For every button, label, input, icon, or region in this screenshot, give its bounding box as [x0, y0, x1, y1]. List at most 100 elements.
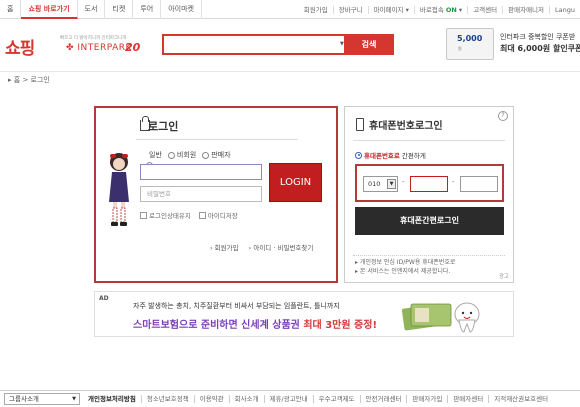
top-navigation-bar: 홈 쇼핑 바로가기 도서 티켓 투어 아이마켓 회원가입 장바구니 마이페이지 …: [0, 0, 580, 19]
area-code-select[interactable]: 010 ▼: [363, 176, 398, 192]
breadcrumb: ▸ 홈 > 로그인: [8, 75, 50, 85]
tab-tour[interactable]: 투어: [133, 0, 162, 19]
quick-access-link[interactable]: 바로접속 ON ▾: [413, 5, 467, 14]
phone-last-input[interactable]: [460, 176, 498, 192]
login-button[interactable]: LOGIN: [269, 163, 322, 202]
search-input[interactable]: [164, 36, 344, 53]
footer-link-safe-trade[interactable]: 안전거래센터: [359, 395, 407, 403]
phone-login-radio-dot: [355, 151, 362, 159]
dash-separator: -: [452, 178, 455, 186]
phone-number-fields: 010 ▼ - -: [355, 164, 504, 202]
service-tabs: 홈 쇼핑 바로가기 도서 티켓 투어 아이마켓: [0, 0, 202, 19]
keep-login-checkbox[interactable]: 로그인상태유지: [140, 210, 191, 220]
phone-login-radio-highlight: 휴대폰번호로: [364, 152, 400, 160]
site-footer: 그룹사소개 ▼ 개인정보처리방침 청소년보호정책 이용약관 회사소개 제휴/광고…: [0, 390, 580, 407]
breadcrumb-arrow-icon: ▸: [8, 76, 12, 84]
tab-books[interactable]: 도서: [78, 0, 106, 19]
footer-link-terms[interactable]: 이용약관: [193, 395, 229, 403]
quick-access-label: 바로접속: [419, 5, 444, 14]
find-account-link[interactable]: › 아이디 · 비밀번호찾기: [249, 244, 318, 252]
phone-login-radio[interactable]: 휴대폰번호로 간편하게: [355, 150, 426, 160]
group-companies-label: 그룹사소개: [9, 395, 39, 403]
phone-middle-input[interactable]: [410, 176, 448, 192]
anniversary-logo: 20: [125, 41, 141, 54]
shopping-logo[interactable]: 쇼핑: [5, 34, 35, 59]
radio-seller-label: 판매자: [211, 151, 231, 159]
footer-link-partnership[interactable]: 제휴/광고안내: [263, 395, 313, 403]
footer-link-youth-policy[interactable]: 청소년보호정책: [140, 395, 194, 403]
save-id-checkbox[interactable]: 아이디저장: [198, 210, 238, 220]
seller-manager-link[interactable]: 판매자매니저: [502, 5, 549, 14]
footer-links: 개인정보처리방침 청소년보호정책 이용약관 회사소개 제휴/광고안내 우수고객제…: [86, 395, 553, 403]
footer-link-privacy[interactable]: 개인정보처리방침: [86, 395, 141, 403]
footer-link-vip[interactable]: 우수고객제도: [312, 395, 360, 403]
coupon-unit: 원: [458, 46, 462, 51]
divider: [136, 139, 298, 140]
coupon-ad-headline[interactable]: 최대 6,000원 할인쿠폰: [500, 43, 580, 54]
help-icon[interactable]: ?: [498, 111, 508, 121]
radio-seller[interactable]: 판매자: [202, 150, 231, 160]
chevron-down-icon: ▼: [72, 396, 76, 402]
character-illustration: [109, 153, 129, 226]
gift-voucher-tooth-image: [401, 302, 480, 333]
member-type-radios: 일반 비회원 판매자: [140, 150, 231, 169]
tab-imarket[interactable]: 아이마켓: [161, 0, 202, 19]
breadcrumb-current: 로그인: [30, 76, 50, 84]
footer-link-seller-signup[interactable]: 판매자가입: [406, 395, 447, 403]
search-button[interactable]: 검색: [344, 34, 394, 55]
footer-link-seller-center[interactable]: 판매자센터: [447, 395, 488, 403]
footer-link-ip-protection[interactable]: 지적재산권보호센터: [488, 395, 553, 403]
mypage-link[interactable]: 마이페이지 ▾: [367, 5, 414, 14]
coupon-ad-image[interactable]: 5,000 원: [446, 28, 494, 60]
cart-link[interactable]: 장바구니: [332, 5, 368, 14]
phone-login-title: 휴대폰번호로그인: [369, 121, 443, 132]
signup-link-bottom[interactable]: › 회원가입: [210, 244, 243, 252]
id-input[interactable]: [140, 164, 262, 180]
keep-login-label: 로그인상태유지: [149, 212, 191, 220]
phone-login-button[interactable]: 휴대폰간편로그인: [355, 207, 504, 235]
divider: [353, 255, 505, 256]
coupon-ad-text[interactable]: 인터파크 중복할인 쿠폰받: [500, 32, 575, 42]
breadcrumb-separator: >: [22, 76, 29, 84]
language-link[interactable]: Langu: [549, 5, 580, 14]
phone-login-panel: 휴대폰번호로그인 ? 휴대폰번호로 간편하게 010 ▼ - - 휴대폰간편로그…: [344, 106, 514, 283]
ad-label: AD: [99, 295, 109, 302]
breadcrumb-home[interactable]: 홈: [14, 76, 20, 84]
account-links: › 회원가입 › 아이디 · 비밀번호찾기: [210, 242, 321, 252]
divider: [353, 140, 505, 141]
logo-tagline: 빠르고 더 밝아지니까 인터파크니까: [60, 36, 127, 41]
phone-login-notes: ▸ 개인정보 안심 ID/PW용 휴대폰번호로 ▸ 본 서비스는 인앤지에서 제…: [355, 258, 455, 276]
coupon-amount: 5,000: [457, 34, 483, 43]
radio-nonmember[interactable]: 비회원: [167, 150, 196, 160]
tab-home[interactable]: 홈: [0, 0, 22, 19]
radio-general[interactable]: 일반: [140, 150, 162, 169]
phone-login-radio-text: 간편하게: [401, 152, 426, 160]
ad-headline-main: 스마트보험으로 준비하면 신세계 상품권: [133, 320, 304, 331]
note-line: ▸ 개인정보 안심 ID/PW용 휴대폰번호로: [355, 259, 456, 266]
login-panel: 로그인 일반 비회원 판매자 비밀번호 LOGIN 로그인상태유지 아이디저장 …: [94, 106, 338, 283]
note-line: ▸ 본 서비스는 인앤지에서 제공합니다.: [355, 268, 451, 275]
tab-ticket[interactable]: 티켓: [105, 0, 134, 19]
insurance-ad-banner[interactable]: AD 자주 발생하는 충치, 치주질환부터 비싸서 부담되는 임플란트, 틀니까…: [94, 291, 514, 337]
customer-center-link[interactable]: 고객센터: [467, 5, 502, 14]
password-input[interactable]: 비밀번호: [140, 186, 262, 202]
search-box: ▼ 검색: [162, 34, 394, 55]
save-id-box: [198, 211, 206, 219]
radio-seller-dot: [202, 151, 210, 159]
interpark-logo[interactable]: ✤ INTERPARK: [66, 43, 132, 53]
save-id-label: 아이디저장: [207, 212, 238, 220]
ad-headline: 스마트보험으로 준비하면 신세계 상품권 최대 3만원 증정!: [133, 316, 377, 331]
chevron-down-icon: ▼: [387, 179, 396, 189]
interpark-logo-text: INTERPARK: [77, 43, 132, 53]
footer-link-about[interactable]: 회사소개: [228, 395, 264, 403]
ad-label: 광고: [498, 274, 509, 280]
mobile-phone-icon: [356, 118, 364, 131]
group-companies-select[interactable]: 그룹사소개 ▼: [4, 393, 80, 405]
quick-access-on-badge: ON: [445, 5, 457, 14]
site-header: 쇼핑 빠르고 더 밝아지니까 인터파크니까 ✤ INTERPARK 20 ▼ 검…: [0, 19, 580, 72]
tab-shopping[interactable]: 쇼핑 바로가기: [21, 0, 78, 19]
login-options: 로그인상태유지 아이디저장: [140, 210, 238, 220]
signup-link[interactable]: 회원가입: [299, 6, 333, 14]
mypage-label: 마이페이지: [373, 5, 404, 14]
utility-links: 회원가입 장바구니 마이페이지 ▾ 바로접속 ON ▾ 고객센터 판매자매니저 …: [299, 0, 580, 19]
